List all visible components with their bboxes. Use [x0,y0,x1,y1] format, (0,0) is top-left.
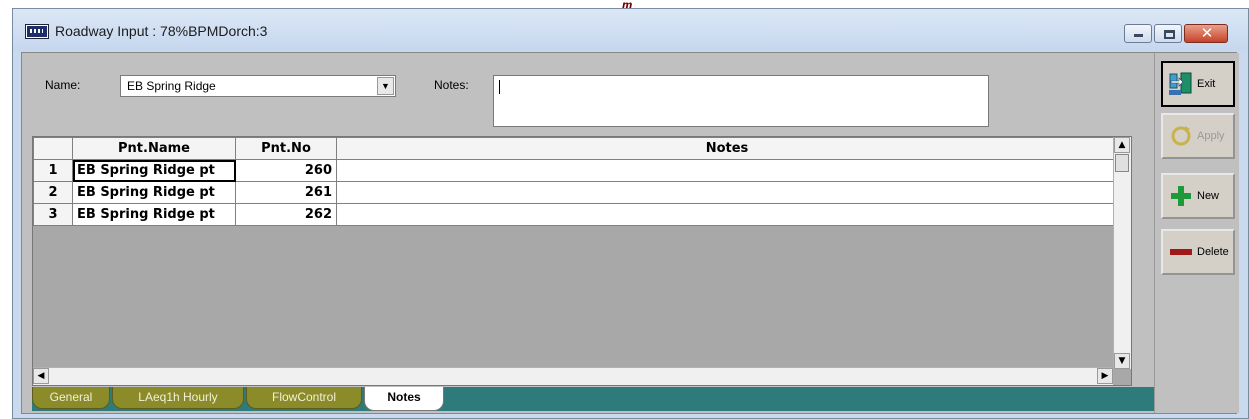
table-row[interactable]: 2 EB Spring Ridge pt 261 [33,181,1118,204]
cell-pnt-no[interactable]: 260 [235,159,337,182]
main-content: Name: EB Spring Ridge ▼ Notes: Pnt.Name … [21,52,1239,414]
header-panel: Name: EB Spring Ridge ▼ Notes: [32,61,998,129]
exit-door-icon [1169,72,1192,95]
maximize-icon [1164,30,1175,39]
tab-notes[interactable]: Notes [364,387,444,411]
apply-arrows-icon [1171,126,1191,146]
maximize-button[interactable] [1154,24,1182,43]
side-toolbar: Exit Apply New Delete [1154,53,1239,413]
cell-pnt-name[interactable]: EB Spring Ridge pt [72,203,236,226]
cell-pnt-name[interactable]: EB Spring Ridge pt [72,181,236,204]
tab-laeq1h-hourly[interactable]: LAeq1h Hourly [112,387,244,409]
scroll-left-icon[interactable]: ◀ [33,368,49,384]
notes-input[interactable] [493,75,989,127]
row-number[interactable]: 3 [33,203,73,226]
name-label: Name: [45,78,81,92]
exit-button[interactable]: Exit [1161,61,1235,107]
vertical-scrollbar[interactable]: ▲ ▼ [1113,137,1131,369]
new-label: New [1197,190,1220,202]
window-title: Roadway Input : 78%BPMDorch:3 [55,23,268,39]
column-header-pnt-no[interactable]: Pnt.No [235,137,337,160]
table-row[interactable]: 1 EB Spring Ridge pt 260 [33,159,1118,182]
name-value: EB Spring Ridge [127,79,216,93]
cell-pnt-name[interactable]: EB Spring Ridge pt [72,159,236,182]
cell-pnt-no[interactable]: 261 [235,181,337,204]
delete-button[interactable]: Delete [1161,229,1235,275]
name-dropdown[interactable]: EB Spring Ridge ▼ [120,75,396,97]
points-grid: Pnt.Name Pnt.No Notes 1 EB Spring Ridge … [32,136,1132,386]
table-row[interactable]: 3 EB Spring Ridge pt 262 [33,203,1118,226]
plus-icon [1171,186,1191,206]
scroll-down-icon[interactable]: ▼ [1114,353,1130,369]
title-bar[interactable]: Roadway Input : 78%BPMDorch:3 ✕ [13,9,1248,51]
cell-notes[interactable] [336,203,1118,226]
cell-notes[interactable] [336,181,1118,204]
close-button[interactable]: ✕ [1184,24,1228,43]
column-header-pnt-name[interactable]: Pnt.Name [72,137,236,160]
row-number[interactable]: 2 [33,181,73,204]
cell-notes[interactable] [336,159,1118,182]
notes-label: Notes: [434,78,469,92]
apply-button[interactable]: Apply [1161,113,1235,159]
delete-label: Delete [1197,246,1229,258]
tab-general[interactable]: General [32,387,110,409]
scroll-right-icon[interactable]: ▶ [1097,368,1113,384]
new-button[interactable]: New [1161,173,1235,219]
stray-title-glyph: m [622,0,633,11]
close-icon: ✕ [1200,24,1214,42]
column-header-notes[interactable]: Notes [336,137,1118,160]
apply-label: Apply [1197,130,1225,142]
scroll-up-icon[interactable]: ▲ [1114,137,1130,153]
text-caret [499,80,500,94]
cell-pnt-no[interactable]: 262 [235,203,337,226]
corner-cell[interactable] [33,137,73,160]
row-number[interactable]: 1 [33,159,73,182]
app-icon [26,25,48,38]
tab-bar: General LAeq1h Hourly FlowControl Notes [32,387,1230,411]
dropdown-arrow-icon[interactable]: ▼ [377,77,394,95]
minimize-button[interactable] [1124,24,1152,43]
tab-flowcontrol[interactable]: FlowControl [246,387,362,409]
points-table: Pnt.Name Pnt.No Notes 1 EB Spring Ridge … [33,137,1118,226]
roadway-input-window: Roadway Input : 78%BPMDorch:3 ✕ Name: EB… [12,8,1249,419]
horizontal-scrollbar[interactable]: ◀ ▶ [33,367,1113,385]
scroll-thumb[interactable] [1115,154,1129,172]
exit-label: Exit [1197,78,1216,90]
header-row: Pnt.Name Pnt.No Notes [33,137,1118,160]
minus-icon [1170,249,1192,255]
minimize-icon [1134,34,1143,37]
